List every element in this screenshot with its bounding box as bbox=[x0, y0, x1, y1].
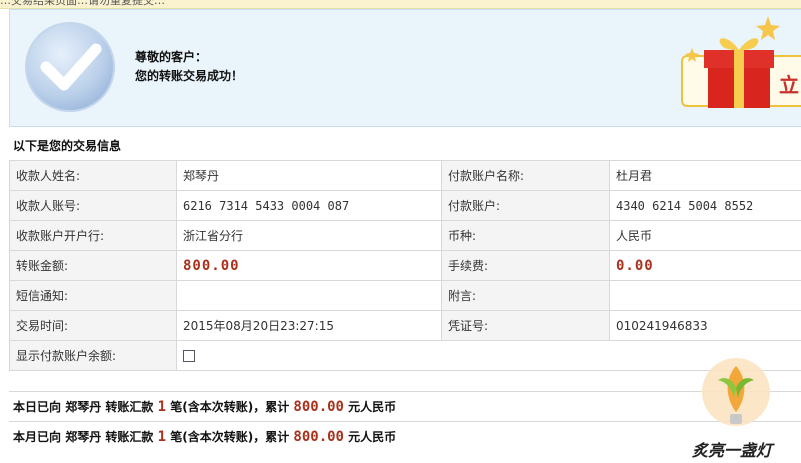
table-row: 收款人姓名: 郑琴丹 付款账户名称: 杜月君 bbox=[9, 160, 801, 191]
top-notice-text: …交易结果页面…请勿重复提交… bbox=[0, 0, 165, 7]
watermark-text: 炙亮一盏灯 bbox=[692, 441, 773, 460]
transfer-amount-value: 800.00 bbox=[183, 257, 240, 274]
payer-account-name-value: 杜月君 bbox=[609, 160, 801, 191]
daily-summary-prefix: 本日已向 bbox=[13, 400, 62, 414]
monthly-summary-unit: 笔(含本次转账)，累计 bbox=[170, 430, 290, 444]
table-row: 收款人账号: 6216 7314 5433 0004 087 付款账户: 434… bbox=[9, 190, 801, 221]
sms-notice-label: 短信通知: bbox=[9, 280, 177, 311]
top-notice-bar: …交易结果页面…请勿重复提交… bbox=[0, 0, 801, 9]
monthly-summary-suffix: 元人民币 bbox=[348, 430, 397, 444]
payer-account-value: 4340 6214 5004 8552 bbox=[609, 190, 801, 221]
payee-name-label: 收款人姓名: bbox=[9, 160, 177, 191]
fee-cell: 0.00 bbox=[609, 250, 801, 281]
remark-label: 附言: bbox=[441, 280, 610, 311]
transfer-amount-cell: 800.00 bbox=[176, 250, 442, 281]
greeting-text: 尊敬的客户： bbox=[135, 50, 208, 64]
monthly-summary-payee: 郑琴丹 bbox=[65, 430, 102, 444]
daily-summary-payee: 郑琴丹 bbox=[65, 400, 102, 414]
show-balance-checkbox[interactable] bbox=[183, 350, 195, 362]
daily-summary-count: 1 bbox=[157, 399, 167, 415]
watermark-bulb-icon bbox=[702, 358, 770, 426]
daily-summary-suffix: 元人民币 bbox=[348, 400, 397, 414]
daily-summary-unit: 笔(含本次转账)，累计 bbox=[170, 400, 290, 414]
payer-account-label: 付款账户: bbox=[441, 190, 610, 221]
monthly-summary-prefix: 本月已向 bbox=[13, 430, 62, 444]
voucher-number-label: 凭证号: bbox=[441, 310, 610, 341]
payee-account-label: 收款人账号: bbox=[9, 190, 177, 221]
payee-bank-label: 收款账户开户行: bbox=[9, 220, 177, 251]
payer-account-name-label: 付款账户名称: bbox=[441, 160, 610, 191]
payee-account-value: 6216 7314 5433 0004 087 bbox=[176, 190, 442, 221]
show-balance-label: 显示付款账户余额: bbox=[9, 340, 177, 371]
currency-label: 币种: bbox=[441, 220, 610, 251]
transaction-time-value: 2015年08月20日23:27:15 bbox=[176, 310, 442, 341]
fee-label: 手续费: bbox=[441, 250, 610, 281]
table-row: 转账金额: 800.00 手续费: 0.00 bbox=[9, 250, 801, 281]
transaction-time-label: 交易时间: bbox=[9, 310, 177, 341]
payee-name-value: 郑琴丹 bbox=[176, 160, 442, 191]
table-row: 收款账户开户行: 浙江省分行 币种: 人民币 bbox=[9, 220, 801, 251]
payee-bank-value: 浙江省分行 bbox=[176, 220, 442, 251]
daily-summary-mid: 转账汇款 bbox=[105, 400, 154, 414]
transaction-info-table: 收款人姓名: 郑琴丹 付款账户名称: 杜月君 收款人账号: 6216 7314 … bbox=[9, 160, 801, 371]
transfer-amount-label: 转账金额: bbox=[9, 250, 177, 281]
watermark: 炙亮一盏灯 bbox=[672, 352, 801, 463]
success-message: 您的转账交易成功！ bbox=[135, 69, 244, 83]
gift-box-icon[interactable] bbox=[678, 12, 792, 112]
success-check-icon bbox=[25, 22, 115, 112]
monthly-summary-amount: 800.00 bbox=[293, 429, 344, 445]
voucher-number-value: 010241946833 bbox=[609, 310, 801, 341]
remark-value bbox=[609, 280, 801, 311]
daily-summary-amount: 800.00 bbox=[293, 399, 344, 415]
sms-notice-value bbox=[176, 280, 442, 311]
monthly-summary-count: 1 bbox=[157, 429, 167, 445]
currency-value: 人民币 bbox=[609, 220, 801, 251]
table-row: 交易时间: 2015年08月20日23:27:15 凭证号: 010241946… bbox=[9, 310, 801, 341]
table-row: 短信通知: 附言: bbox=[9, 280, 801, 311]
fee-value: 0.00 bbox=[616, 257, 654, 274]
greeting-block: 尊敬的客户： 您的转账交易成功！ bbox=[135, 48, 243, 86]
section-title: 以下是您的交易信息 bbox=[13, 139, 122, 153]
monthly-summary-mid: 转账汇款 bbox=[105, 430, 154, 444]
